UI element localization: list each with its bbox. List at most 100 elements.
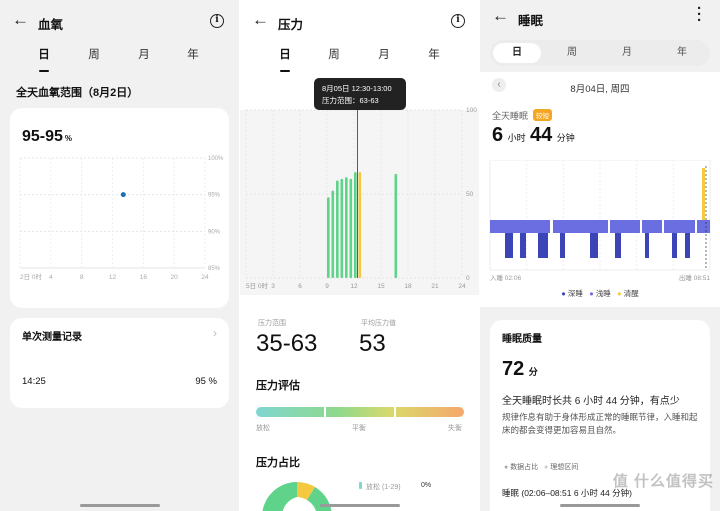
period-tabs: 日 周 月 年 <box>240 42 479 72</box>
x-tick-label: 16 <box>140 274 148 281</box>
tab-day[interactable]: 日 <box>493 43 541 63</box>
tab-year[interactable]: 年 <box>658 43 706 63</box>
avg-label: 平均压力值 <box>361 320 396 327</box>
deep-sleep-segment <box>685 233 690 258</box>
tab-indicator <box>280 70 290 72</box>
total-sleep-label: 全天睡眠 <box>492 111 529 121</box>
y-tick-label: 50 <box>466 191 474 198</box>
x-tick-label: 4 <box>49 274 53 281</box>
deep-sleep-segment <box>505 233 513 258</box>
x-tick-label: 8 <box>80 274 84 281</box>
tab-day[interactable]: 日 <box>273 46 297 62</box>
tab-month[interactable]: 月 <box>372 46 396 62</box>
eval-gradient-bar <box>256 407 464 417</box>
x-tick-label: 20 <box>171 274 179 281</box>
tab-week[interactable]: 周 <box>322 46 346 62</box>
x-tick-label: 21 <box>431 283 439 290</box>
x-tick-label: 12 <box>350 283 358 290</box>
info-icon[interactable]: i <box>210 14 224 28</box>
tab-month[interactable]: 月 <box>132 46 156 62</box>
sleep-duration: 6 小时 44 分钟 <box>492 124 575 146</box>
top-bar: ← 压力 i <box>240 8 479 36</box>
short-badge: 较短 <box>533 109 552 121</box>
deep-sleep-segment <box>538 233 548 258</box>
tooltip-time: 8月05日 12:30-13:00 <box>322 84 392 93</box>
stress-bar-selected <box>358 172 362 278</box>
x-tick-label: 24 <box>458 283 466 290</box>
y-tick-label: 90% <box>208 229 221 235</box>
stress-bar <box>345 177 348 278</box>
tab-month[interactable]: 月 <box>603 43 651 63</box>
stress-bar <box>336 180 339 278</box>
tab-indicator <box>39 70 49 72</box>
stress-bar <box>349 178 353 278</box>
deep-sleep-segment <box>645 233 649 258</box>
x-tick-label: 3 <box>271 283 275 290</box>
tab-week[interactable]: 周 <box>548 43 596 63</box>
y-tick-label: 100 <box>466 107 477 114</box>
home-indicator <box>320 504 400 507</box>
y-tick-label: 85% <box>208 266 221 272</box>
light-sleep-band <box>490 220 710 233</box>
record-value: 95 % <box>195 376 217 387</box>
spo2-unit: % <box>64 134 73 143</box>
watermark: 值 什么值得买 <box>612 473 714 490</box>
y-tick-label: 0 <box>466 275 470 282</box>
stress-bar <box>327 197 330 278</box>
back-arrow-icon[interactable]: ← <box>492 6 509 26</box>
awake-gap <box>608 220 610 233</box>
legend-awake: 清醒 <box>623 289 639 298</box>
stress-bar <box>394 173 398 278</box>
x-tick-label: 15 <box>377 283 385 290</box>
tab-day[interactable]: 日 <box>32 46 56 62</box>
x-tick-label: 24 <box>201 274 209 281</box>
page-title: 压力 <box>278 18 304 32</box>
range-label: 压力范围 <box>258 320 286 327</box>
chevron-right-icon[interactable]: › <box>213 326 217 340</box>
awake-gap <box>640 220 642 233</box>
more-menu-icon[interactable]: · · · <box>697 1 702 28</box>
y-tick-label: 95% <box>208 193 221 199</box>
record-time: 14:25 <box>22 376 46 387</box>
legend-data-share: ● 数据占比 ● 理想区间 <box>504 464 579 471</box>
range-title: 全天血氧范围（8月2日） <box>16 87 139 99</box>
sleep-stage-chart <box>489 160 711 271</box>
deep-sleep-segment <box>520 233 526 258</box>
eval-title: 压力评估 <box>256 380 300 392</box>
x-tick-label: 2日 0时 <box>20 272 43 281</box>
back-arrow-icon[interactable]: ← <box>252 10 269 30</box>
top-bar: ← 睡眠 · · · <box>480 1 720 32</box>
home-indicator <box>80 504 160 507</box>
stress-bar <box>331 190 335 278</box>
legend-relax: 放松 (1-29) <box>366 484 401 491</box>
eval-label-imbalance: 失衡 <box>448 425 462 432</box>
spo2-chart: 100% 95% 90% 85% 2日 0时 4 8 12 16 20 24 <box>19 156 224 281</box>
period-tabs: 日 周 月 年 <box>0 42 239 72</box>
back-arrow-icon[interactable]: ← <box>12 10 29 30</box>
avg-value: 53 <box>359 330 386 357</box>
legend-deep: 深睡 <box>567 289 583 298</box>
stress-bar <box>340 178 344 278</box>
tab-year[interactable]: 年 <box>422 46 446 62</box>
page-title: 睡眠 <box>518 14 544 28</box>
deep-sleep-segment <box>590 233 598 258</box>
sleep-start-time: 入睡 02:06 <box>490 275 522 282</box>
sleep-date: 8月04日, 周四 <box>570 84 630 95</box>
x-tick-label: 18 <box>404 283 412 290</box>
legend-light: 浅睡 <box>595 289 611 298</box>
home-indicator <box>560 504 640 507</box>
x-tick-label: 5日 0时 <box>246 281 269 290</box>
stress-tooltip: 8月05日 12:30-13:00 压力范围：63-63 <box>314 78 406 110</box>
tab-week[interactable]: 周 <box>82 46 106 62</box>
quality-advice: 规律作息有助于身体形成正常的睡眠节律，入睡和起床的都会变得更加容易且自然。 <box>502 412 698 435</box>
info-icon[interactable]: i <box>451 14 465 28</box>
share-title: 压力占比 <box>256 457 300 469</box>
quality-title: 睡眠质量 <box>502 334 542 345</box>
spo2-chart-card: 95-95% 100% 95% 90% 85% 2日 0时 4 8 12 16 20 24 <box>10 108 229 308</box>
tab-year[interactable]: 年 <box>181 46 205 62</box>
awake-gap <box>695 220 697 233</box>
eval-label-relax: 放松 <box>256 425 270 432</box>
deep-sleep-segment <box>672 233 677 258</box>
quality-score: 72 分 <box>502 358 538 380</box>
sleep-end-time: 出睡 08:51 <box>678 275 710 282</box>
